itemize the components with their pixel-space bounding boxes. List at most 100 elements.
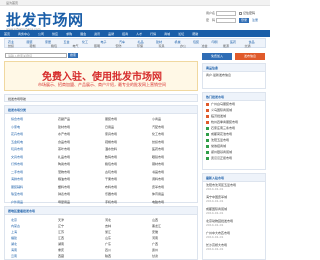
panel-link[interactable]: 花卉市场 xyxy=(11,132,23,136)
subcategory-link[interactable]: 办公 xyxy=(180,44,186,48)
panel-link[interactable]: 数码市场 xyxy=(105,155,117,159)
panel-link[interactable]: 河南 xyxy=(152,236,158,240)
panel-link[interactable]: 北京 xyxy=(11,218,17,222)
panel-link[interactable]: 农副产品 xyxy=(58,117,70,121)
subcategory-link[interactable]: 照明 xyxy=(94,44,100,48)
panel-link[interactable]: 家具市场 xyxy=(105,132,117,136)
subcategory-link[interactable]: 箱包 xyxy=(51,44,57,48)
panel-link[interactable]: 建材市场 xyxy=(58,125,70,129)
join-button[interactable]: 免费加入 xyxy=(202,53,232,60)
panel-link[interactable]: 宠物市场 xyxy=(58,170,70,174)
panel-link[interactable]: 广西 xyxy=(152,242,158,246)
panel-link[interactable]: 陶瓷市场 xyxy=(58,162,70,166)
panel-link[interactable]: 钢材市场 xyxy=(152,162,164,166)
panel-link[interactable]: 服装市场 xyxy=(105,117,117,121)
panel-link[interactable]: 海鲜市场 xyxy=(11,177,23,181)
nav-item[interactable]: 供应 xyxy=(52,32,58,36)
panel-link[interactable]: 调料市场 xyxy=(152,177,164,181)
panel-link[interactable]: 鞋帽市场 xyxy=(105,140,117,144)
panel-link[interactable]: 纺织市场 xyxy=(152,140,164,144)
panel-link[interactable]: 湖南 xyxy=(58,242,64,246)
panel-link[interactable]: 吉林 xyxy=(105,224,111,228)
panel-link[interactable]: 服装辅料 xyxy=(11,185,23,189)
panel-link[interactable]: 日用品 xyxy=(105,125,114,129)
panel-link[interactable]: 云南 xyxy=(11,254,17,258)
subcategory-link[interactable]: 玩具 xyxy=(159,44,165,48)
nav-item[interactable]: 首页 xyxy=(4,32,10,36)
panel-link[interactable]: 陕西 xyxy=(105,254,111,258)
panel-link[interactable]: 河北 xyxy=(105,218,111,222)
panel-link[interactable]: 化工市场 xyxy=(152,132,164,136)
login-button[interactable]: 登录 xyxy=(239,17,249,23)
panel-link[interactable]: 汽配市场 xyxy=(152,125,164,129)
panel-link[interactable]: 食品市场 xyxy=(58,140,70,144)
subcategory-link[interactable]: 冶金 xyxy=(202,44,208,48)
panel-link[interactable]: 安徽 xyxy=(152,230,158,234)
nav-item[interactable]: 帮助 xyxy=(192,32,198,36)
panel-link[interactable]: 粮油市场 xyxy=(58,177,70,181)
right-box-item[interactable]: 北京动物园批发市场 2014-01-01 xyxy=(203,218,265,230)
panel-link[interactable]: 书画市场 xyxy=(152,170,164,174)
panel-link[interactable]: 天津 xyxy=(58,218,64,222)
panel-link[interactable]: 综合市场 xyxy=(11,117,23,121)
panel-link[interactable]: 山东 xyxy=(105,236,111,240)
panel-link[interactable]: 江西 xyxy=(58,236,64,240)
panel-link[interactable]: 塑料市场 xyxy=(58,185,70,189)
panel-link[interactable]: 眼镜市场 xyxy=(152,155,164,159)
nav-item[interactable]: 求购 xyxy=(66,32,72,36)
panel-link[interactable]: 五金机电 xyxy=(11,140,23,144)
panel-link[interactable]: 灯饰市场 xyxy=(11,162,23,166)
panel-link[interactable]: 乐器市场 xyxy=(105,192,117,196)
category-link[interactable]: 化工 xyxy=(82,40,88,44)
right-box-item[interactable]: 武汉汉正街市场 xyxy=(203,155,265,161)
panel-link[interactable]: 福建 xyxy=(11,236,17,240)
panel-link[interactable]: 茶叶市场 xyxy=(58,147,70,151)
right-box-item[interactable]: 长沙高桥大市场 2014-01-01 xyxy=(203,242,265,254)
nav-item[interactable]: 商城 xyxy=(164,32,170,36)
panel-link[interactable]: 内蒙古 xyxy=(11,224,20,228)
panel-link[interactable]: 水产市场 xyxy=(58,132,70,136)
panel-link[interactable]: 浙江 xyxy=(105,230,111,234)
panel-link[interactable]: 箱包市场 xyxy=(105,162,117,166)
right-box-item[interactable]: 海宁中国皮革城 2014-01-01 xyxy=(203,194,265,206)
panel-link[interactable]: 布料市场 xyxy=(105,185,117,189)
promo-banner[interactable]: 免费入驻、使用批发市场网 市场展示、招商加盟、产品展示、商户介绍，最专业的批发网… xyxy=(4,61,198,91)
panel-link[interactable]: 医药市场 xyxy=(152,147,164,151)
right-box-item[interactable]: 商户·最新发布信息 xyxy=(203,72,265,78)
category-link[interactable]: 医药 xyxy=(230,40,236,44)
right-box-item[interactable]: 成都国际商贸城 2014-01-01 xyxy=(203,206,265,218)
password-field[interactable] xyxy=(216,17,236,23)
subcategory-link[interactable]: 鞋帽 xyxy=(30,44,36,48)
panel-link[interactable]: 干果市场 xyxy=(105,177,117,181)
panel-link[interactable]: 小商品 xyxy=(152,117,161,121)
panel-link[interactable]: 酒水饮料 xyxy=(105,147,117,151)
panel-link[interactable]: 二手市场 xyxy=(11,170,23,174)
subcategory-link[interactable]: 交通 xyxy=(245,44,251,48)
panel-link[interactable]: 湖北 xyxy=(11,242,17,246)
remember-checkbox[interactable] xyxy=(239,11,242,15)
right-box-item[interactable]: 广州中大布匹市场 2014-01-01 xyxy=(203,230,265,242)
category-link[interactable]: 印刷 xyxy=(212,40,218,44)
right-box-item[interactable]: 沈阳市沈河区五爱市场 2014-01-01 xyxy=(203,182,265,194)
post-button[interactable]: 发布信息 xyxy=(235,53,265,60)
nav-item[interactable]: 品牌 xyxy=(108,32,114,36)
panel-link[interactable]: 礼品市场 xyxy=(58,155,70,159)
panel-link[interactable]: 手机市场 xyxy=(105,200,117,204)
nav-item[interactable]: 行情 xyxy=(150,32,156,36)
nav-item[interactable]: 商务中心 xyxy=(18,32,30,36)
panel-link[interactable]: 体育用品 xyxy=(152,192,164,196)
subcategory-link[interactable]: 纺织 xyxy=(8,44,14,48)
panel-link[interactable]: 江苏 xyxy=(58,230,64,234)
panel-link[interactable]: 西藏 xyxy=(58,254,64,258)
nav-item[interactable]: 公司 xyxy=(38,32,44,36)
panel-link[interactable]: 钟表市场 xyxy=(58,192,70,196)
panel-link[interactable]: 文具市场 xyxy=(11,155,23,159)
category-link[interactable]: 电子 xyxy=(101,40,107,44)
panel-link[interactable]: 户外用品 xyxy=(11,200,23,204)
category-link[interactable]: 包装 xyxy=(193,40,199,44)
nav-item[interactable]: 资讯 xyxy=(94,32,100,36)
panel-link[interactable]: 广东 xyxy=(105,242,111,246)
panel-link[interactable]: 海南 xyxy=(11,248,17,252)
panel-link[interactable]: 四川 xyxy=(105,248,111,252)
nav-item[interactable]: 人才 xyxy=(136,32,142,36)
